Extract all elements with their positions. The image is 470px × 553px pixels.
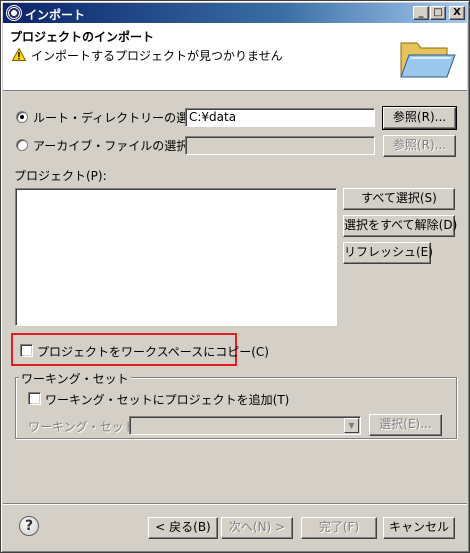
import-dialog: インポート _ □ X プロジェクトのインポート インポートするプロジェクトが見… bbox=[0, 0, 470, 553]
add-to-working-set-label: ワーキング・セットにプロジェクトを追加(T) bbox=[45, 393, 290, 407]
copy-to-workspace-label: プロジェクトをワークスペースにコピー(C) bbox=[37, 345, 269, 359]
open-folder-icon bbox=[400, 42, 456, 78]
add-to-working-set-checkbox[interactable] bbox=[28, 392, 41, 405]
refresh-button[interactable]: リフレッシュ(E) bbox=[343, 242, 433, 264]
footer-separator bbox=[3, 503, 467, 505]
root-browse-button[interactable]: 参照(R)... bbox=[382, 106, 457, 130]
page-title: プロジェクトのインポート bbox=[10, 30, 155, 44]
close-button[interactable]: X bbox=[449, 6, 465, 20]
cancel-button[interactable]: キャンセル bbox=[383, 517, 455, 539]
archive-browse-button[interactable]: 参照(R)... bbox=[383, 135, 456, 157]
select-all-button[interactable]: すべて選択(S) bbox=[343, 188, 455, 210]
finish-button[interactable]: 完了(F) bbox=[301, 517, 377, 539]
working-set-select-button[interactable]: 選択(E)... bbox=[369, 414, 442, 436]
projects-list[interactable] bbox=[15, 188, 337, 326]
copy-to-workspace-checkbox[interactable] bbox=[20, 344, 33, 357]
next-button[interactable]: 次へ(N) > bbox=[221, 517, 293, 539]
archive-file-radio[interactable] bbox=[16, 139, 28, 151]
archive-file-input[interactable] bbox=[185, 136, 375, 155]
title-bar[interactable]: インポート _ □ X bbox=[3, 3, 467, 23]
wizard-header: プロジェクトのインポート インポートするプロジェクトが見つかりません bbox=[3, 23, 467, 91]
window-title: インポート bbox=[25, 8, 86, 22]
root-directory-input[interactable]: C:¥data bbox=[185, 108, 375, 127]
chevron-down-icon[interactable]: ▼ bbox=[344, 418, 359, 433]
archive-file-label: アーカイブ・ファイルの選択(A): bbox=[33, 139, 210, 153]
root-directory-radio[interactable] bbox=[16, 111, 28, 123]
working-set-group-title: ワーキング・セット bbox=[19, 370, 131, 387]
header-message: インポートするプロジェクトが見つかりません bbox=[31, 49, 283, 63]
deselect-all-button[interactable]: 選択をすべて解除(D) bbox=[343, 215, 457, 237]
warning-icon bbox=[12, 48, 26, 61]
minimize-button[interactable]: _ bbox=[413, 6, 429, 20]
help-icon[interactable]: ? bbox=[19, 516, 39, 536]
back-button[interactable]: < 戻る(B) bbox=[148, 517, 218, 539]
projects-label: プロジェクト(P): bbox=[14, 169, 107, 183]
eclipse-app-icon bbox=[6, 5, 22, 21]
maximize-button[interactable]: □ bbox=[430, 6, 446, 20]
working-sets-combo[interactable]: ▼ bbox=[129, 416, 361, 435]
